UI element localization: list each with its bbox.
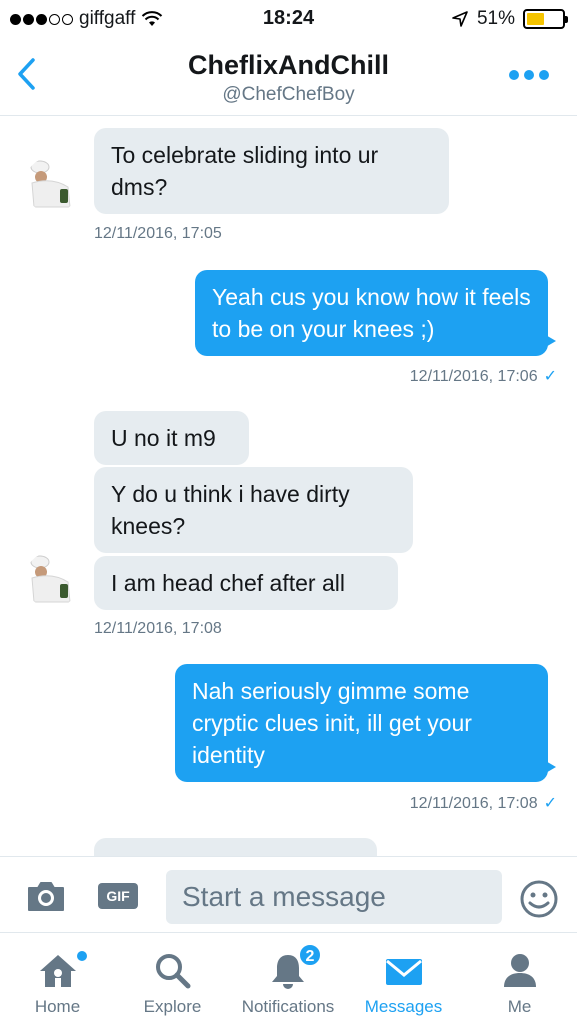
tab-label: Notifications [241, 997, 335, 1016]
outgoing-message[interactable]: Yeah cus you know how it feels to be on … [195, 270, 556, 356]
tab-label: Me [507, 997, 532, 1016]
home-new-dot [77, 951, 87, 961]
tab-me[interactable]: Me [472, 933, 567, 1024]
avatar[interactable] [24, 157, 80, 213]
more-options-icon[interactable] [509, 70, 549, 80]
message-text: To celebrate sliding into ur dms? [111, 142, 379, 200]
tab-notifications[interactable]: 2 Notifications [228, 933, 348, 1024]
incoming-message[interactable]: Y do u think i have dirty knees? [94, 467, 413, 553]
tab-bar: Home Explore 2 Notifications Messages Me [0, 932, 577, 1024]
camera-icon[interactable] [26, 879, 66, 913]
message-timestamp: 12/11/2016, 17:08 ✓ [409, 795, 557, 812]
incoming-message[interactable]: I am head chef after all [94, 556, 398, 610]
status-bar: giffgaff 18:24 51% [0, 0, 577, 38]
tab-explore[interactable]: Explore [125, 933, 220, 1024]
message-text: U no it m9 [111, 425, 216, 451]
battery-icon [523, 9, 568, 29]
notification-count-badge: 2 [298, 943, 322, 967]
message-timestamp: 12/11/2016, 17:06 ✓ [409, 368, 557, 385]
conversation-header: CheflixAndChill @ChefChefBoy [0, 38, 577, 116]
emoji-icon[interactable] [519, 879, 559, 919]
tab-label: Messages [364, 997, 443, 1016]
message-timestamp: 12/11/2016, 17:08 [94, 620, 222, 637]
tab-label: Explore [143, 997, 202, 1016]
chef-avatar-icon [24, 157, 80, 213]
message-text: Yeah cus you know how it feels to be on … [212, 284, 531, 342]
message-timestamp: 12/11/2016, 17:05 [94, 225, 222, 242]
message-text: Y do u think i have dirty knees? [111, 481, 350, 539]
outgoing-message[interactable]: Nah seriously gimme some cryptic clues i… [175, 664, 556, 782]
tab-label: Home [34, 997, 81, 1016]
tab-home[interactable]: Home [10, 933, 105, 1024]
conversation-handle: @ChefChefBoy [222, 84, 355, 105]
envelope-icon [385, 959, 422, 985]
message-composer: GIF Start a message [0, 856, 577, 932]
message-text: Nah seriously gimme some cryptic clues i… [192, 678, 472, 768]
location-arrow-icon [452, 11, 468, 27]
search-icon [155, 954, 190, 989]
incoming-message[interactable]: To celebrate sliding into ur dms? [94, 128, 449, 214]
chef-avatar-icon [24, 552, 80, 608]
gif-button[interactable]: GIF [98, 883, 138, 909]
sent-check-icon: ✓ [543, 368, 557, 385]
tab-messages[interactable]: Messages [356, 933, 451, 1024]
person-icon [503, 954, 536, 987]
incoming-message[interactable]: U no it m9 [94, 411, 249, 465]
message-text: I am head chef after all [111, 570, 345, 596]
battery-level [527, 13, 545, 25]
home-icon [39, 955, 76, 987]
battery-percent: 51% [476, 8, 515, 29]
conversation-title[interactable]: CheflixAndChill [0, 50, 577, 81]
sent-check-icon: ✓ [543, 795, 557, 812]
avatar[interactable] [24, 552, 80, 608]
message-input[interactable]: Start a message [166, 870, 502, 924]
